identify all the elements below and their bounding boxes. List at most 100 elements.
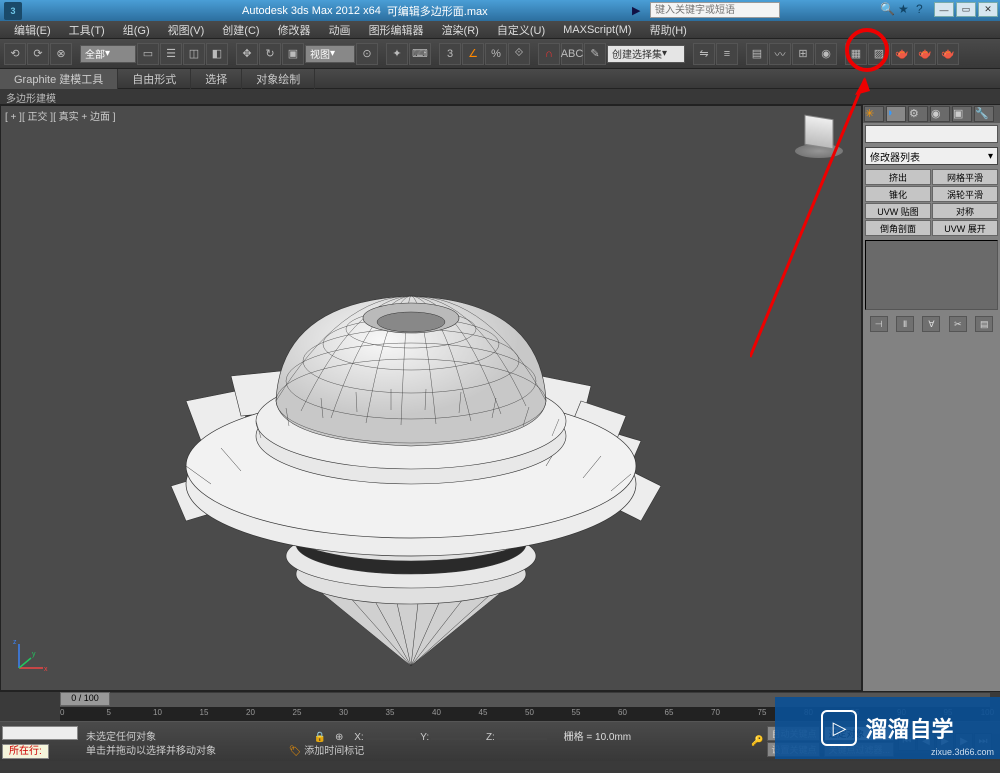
script-input[interactable] <box>2 726 78 740</box>
manipulate-icon[interactable]: ✦ <box>386 43 408 65</box>
menu-create[interactable]: 创建(C) <box>214 21 267 39</box>
x-coord-field[interactable] <box>366 738 416 740</box>
window-crossing-icon[interactable]: ◧ <box>206 43 228 65</box>
ribbon-tab-graphite[interactable]: Graphite 建模工具 <box>0 69 118 89</box>
coord-toggle-icon[interactable]: ⊕ <box>335 732 343 743</box>
percent-snap-icon[interactable]: % <box>485 43 507 65</box>
menu-views[interactable]: 视图(V) <box>160 21 213 39</box>
render-setup-icon[interactable]: ▦ <box>845 43 867 65</box>
menu-maxscript[interactable]: MAXScript(M) <box>555 23 639 37</box>
mod-turbosmooth-button[interactable]: 涡轮平滑 <box>932 186 998 202</box>
remove-mod-icon[interactable]: ✂ <box>949 316 967 332</box>
mod-taper-button[interactable]: 锥化 <box>865 186 931 202</box>
render-prod-icon[interactable]: 🫖 <box>914 43 936 65</box>
help-search-input[interactable] <box>650 2 780 18</box>
named-selection-dropdown[interactable]: 创建选择集 ▾ <box>607 45 685 63</box>
add-time-tag-button[interactable]: 添加时间标记 <box>304 746 364 757</box>
display-tab-icon[interactable]: ▣ <box>952 106 972 122</box>
ribbon-tab-freeform[interactable]: 自由形式 <box>118 69 191 89</box>
object-name-field[interactable]: ■ <box>865 125 998 143</box>
mirror-icon[interactable]: ⇋ <box>693 43 715 65</box>
teapot-icon[interactable]: 🫖 <box>937 43 959 65</box>
link-icon[interactable]: ⟲ <box>4 43 26 65</box>
help-icon[interactable]: ? <box>916 2 930 16</box>
close-button[interactable]: ✕ <box>978 2 998 17</box>
maximize-button[interactable]: ▭ <box>956 2 976 17</box>
curve-editor-icon[interactable]: 〰 <box>769 43 791 65</box>
utilities-tab-icon[interactable]: 🔧 <box>974 106 994 122</box>
rotate-icon[interactable]: ↻ <box>259 43 281 65</box>
align-icon[interactable]: ≡ <box>716 43 738 65</box>
pin-stack-icon[interactable]: ⊣ <box>870 316 888 332</box>
show-result-icon[interactable]: Ⅱ <box>896 316 914 332</box>
viewcube[interactable] <box>795 116 843 164</box>
modify-tab-icon[interactable]: ◗ <box>886 106 906 122</box>
pivot-icon[interactable]: ⊙ <box>356 43 378 65</box>
move-icon[interactable]: ✥ <box>236 43 258 65</box>
z-coord-field[interactable] <box>497 738 547 740</box>
y-coord-field[interactable] <box>431 738 481 740</box>
selection-lock-icon[interactable]: ABC <box>561 43 583 65</box>
edit-named-icon[interactable]: ✎ <box>584 43 606 65</box>
watermark-text: 溜溜自学 <box>865 712 953 744</box>
menu-customize[interactable]: 自定义(U) <box>489 21 553 39</box>
ribbon-tab-paint[interactable]: 对象绘制 <box>242 69 315 89</box>
menu-help[interactable]: 帮助(H) <box>642 21 695 39</box>
selection-filter-dropdown[interactable]: 全部 ▾ <box>80 45 136 63</box>
app-logo-icon[interactable]: 3 <box>4 2 22 20</box>
mod-meshsmooth-button[interactable]: 网格平滑 <box>932 169 998 185</box>
tag-icon[interactable]: 🏷 <box>289 746 302 757</box>
mod-uvwmap-button[interactable]: UVW 贴图 <box>865 203 931 219</box>
ribbon-bar: Graphite 建模工具 自由形式 选择 对象绘制 <box>0 69 1000 89</box>
menu-render[interactable]: 渲染(R) <box>434 21 487 39</box>
mod-symmetry-button[interactable]: 对称 <box>932 203 998 219</box>
play-icon[interactable]: ▶ <box>632 4 640 17</box>
menu-graph[interactable]: 图形编辑器 <box>361 21 432 39</box>
material-editor-icon[interactable]: ◉ <box>815 43 837 65</box>
command-panel-tabs: ✳ ◗ ⚙ ◉ ▣ 🔧 <box>863 105 1000 123</box>
magnet-icon[interactable]: ∩ <box>538 43 560 65</box>
hierarchy-tab-icon[interactable]: ⚙ <box>908 106 928 122</box>
minimize-button[interactable]: — <box>934 2 954 17</box>
mod-extrude-button[interactable]: 挤出 <box>865 169 931 185</box>
configure-icon[interactable]: ▤ <box>975 316 993 332</box>
viewport-label[interactable]: [ + ][ 正交 ][ 真实 + 边面 ] <box>5 108 116 123</box>
lock-icon[interactable]: 🔒 <box>314 732 326 743</box>
schematic-icon[interactable]: ⊞ <box>792 43 814 65</box>
angle-snap-icon[interactable]: ∠ <box>462 43 484 65</box>
ribbon-tab-selection[interactable]: 选择 <box>191 69 242 89</box>
mod-bevel-button[interactable]: 倒角剖面 <box>865 220 931 236</box>
render-icon[interactable]: 🫖 <box>891 43 913 65</box>
create-tab-icon[interactable]: ✳ <box>864 106 884 122</box>
menu-edit[interactable]: 编辑(E) <box>6 21 59 39</box>
select-region-icon[interactable]: ◫ <box>183 43 205 65</box>
modifier-stack[interactable] <box>865 240 998 310</box>
layers-icon[interactable]: ▤ <box>746 43 768 65</box>
modifier-list-dropdown[interactable]: 修改器列表▾ <box>865 147 998 165</box>
app-title: Autodesk 3ds Max 2012 x64 <box>242 5 381 17</box>
make-unique-icon[interactable]: ∀ <box>922 316 940 332</box>
viewport[interactable]: [ + ][ 正交 ][ 真实 + 边面 ] <box>0 105 862 691</box>
motion-tab-icon[interactable]: ◉ <box>930 106 950 122</box>
ref-coord-dropdown[interactable]: 视图 ▾ <box>305 45 355 63</box>
select-name-icon[interactable]: ☰ <box>160 43 182 65</box>
bind-icon[interactable]: ⊗ <box>50 43 72 65</box>
favorite-icon[interactable]: ★ <box>898 2 912 16</box>
time-slider-handle[interactable]: 0 / 100 <box>60 692 110 706</box>
watermark-logo-icon: ▷ <box>821 710 857 746</box>
menu-modifiers[interactable]: 修改器 <box>270 21 319 39</box>
binoculars-icon[interactable]: 🔍 <box>880 2 894 16</box>
render-frame-icon[interactable]: ▨ <box>868 43 890 65</box>
ribbon-panel-label[interactable]: 多边形建模 <box>0 89 1000 105</box>
scale-icon[interactable]: ▣ <box>282 43 304 65</box>
spinner-snap-icon[interactable]: ⟐ <box>508 43 530 65</box>
keyboard-icon[interactable]: ⌨ <box>409 43 431 65</box>
menu-group[interactable]: 组(G) <box>115 21 158 39</box>
menu-animation[interactable]: 动画 <box>321 21 359 39</box>
mod-uvwunwrap-button[interactable]: UVW 展开 <box>932 220 998 236</box>
select-icon[interactable]: ▭ <box>137 43 159 65</box>
snap-toggle-icon[interactable]: 3 <box>439 43 461 65</box>
unlink-icon[interactable]: ⟳ <box>27 43 49 65</box>
key-icon[interactable]: 🔑 <box>751 736 763 747</box>
menu-tools[interactable]: 工具(T) <box>61 21 113 39</box>
